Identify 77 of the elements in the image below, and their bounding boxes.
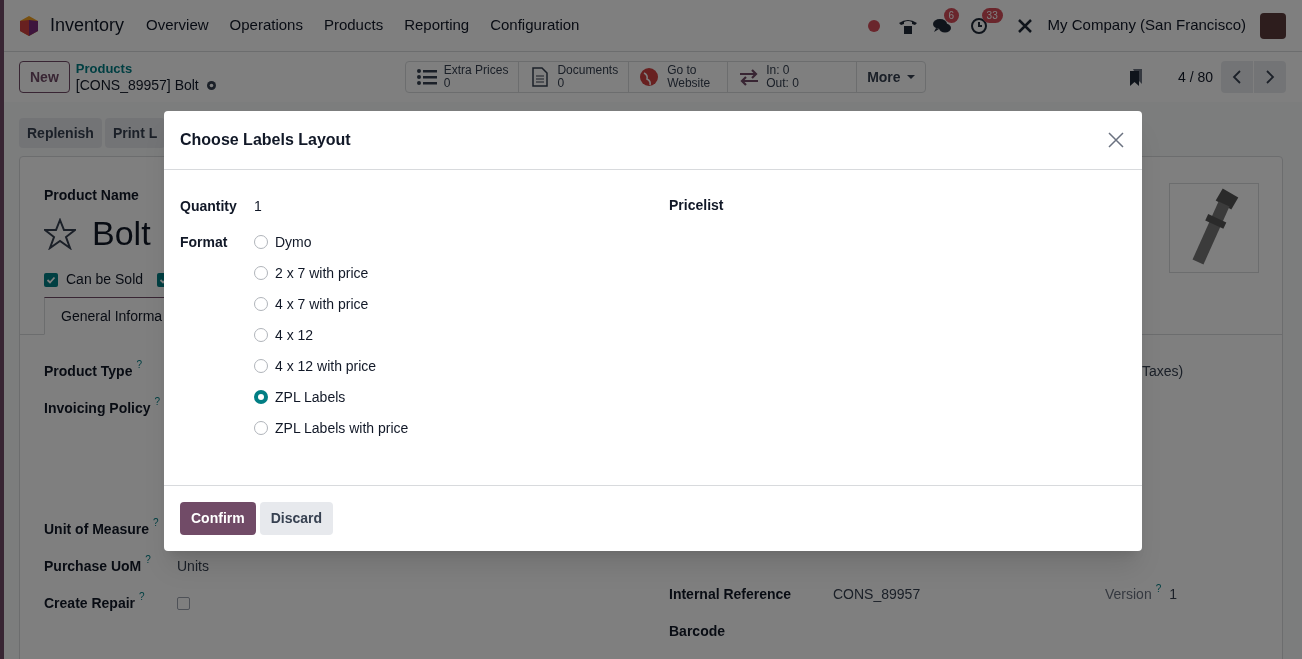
field-label: Product Type — [44, 362, 133, 381]
breadcrumb-link[interactable]: Products — [75, 61, 218, 77]
help-mark[interactable]: ? — [145, 554, 151, 566]
action-button[interactable]: Replenish — [19, 118, 102, 148]
field-label: Create Repair — [44, 594, 136, 613]
field-label: Quantity — [180, 196, 238, 216]
radio-button[interactable] — [254, 235, 268, 249]
field-value: 1 — [1169, 585, 1178, 604]
chevron-right-icon — [1265, 69, 1275, 85]
radio-option[interactable]: Dymo — [254, 231, 409, 253]
menu-item[interactable]: Products — [323, 14, 384, 37]
help-mark[interactable]: ? — [136, 359, 142, 371]
field-label: Version — [1105, 585, 1152, 604]
field-value: CONS_89957 — [833, 585, 922, 604]
action-button[interactable]: Print L — [104, 118, 166, 148]
bookmark-icon — [1128, 68, 1143, 86]
count-badge: 33 — [981, 7, 1003, 23]
smart-button[interactable]: Go to Website — [629, 62, 729, 92]
pager-right-button[interactable] — [1254, 61, 1286, 93]
field-value: Taxes) — [1142, 362, 1184, 381]
menu-item[interactable]: Configuration — [490, 14, 580, 37]
field-label: Invoicing Policy — [44, 399, 151, 418]
product-name: Bolt — [92, 213, 151, 254]
radio-option[interactable]: ZPL Labels — [254, 386, 409, 408]
app-name[interactable]: Inventory — [50, 12, 125, 39]
field-label: Pricelist — [669, 196, 724, 215]
field-label: Purchase UoM — [44, 557, 142, 576]
new-button[interactable]: New — [19, 61, 70, 93]
smart-button[interactable]: Documents 0 — [519, 62, 630, 92]
pager-value: 4 / 80 — [1177, 67, 1213, 87]
radio-option[interactable]: 2 x 7 with price — [254, 262, 409, 284]
help-mark[interactable]: ? — [139, 591, 145, 603]
help-mark[interactable]: ? — [1155, 583, 1162, 595]
discard-button[interactable]: Discard — [259, 502, 334, 535]
radio-button[interactable] — [254, 266, 268, 280]
radio-option[interactable]: 4 x 12 with price — [254, 355, 409, 377]
field-label: Internal Reference — [669, 585, 793, 604]
radio-option[interactable]: 4 x 7 with price — [254, 293, 409, 315]
count-badge: 6 — [943, 7, 960, 23]
radio-option[interactable]: 4 x 12 — [254, 324, 409, 346]
help-mark[interactable]: ? — [153, 517, 159, 529]
radio-button[interactable] — [254, 297, 268, 311]
field-label: Barcode — [669, 622, 727, 641]
field-label: Format — [180, 233, 229, 252]
confirm-button[interactable]: Confirm — [180, 502, 256, 535]
smart-button[interactable]: In: 0 Out: 0 — [728, 62, 858, 92]
close-button[interactable] — [1106, 130, 1126, 150]
menu-item[interactable]: Reporting — [404, 14, 470, 37]
settings-icon — [204, 78, 218, 92]
field-value: Units — [177, 557, 209, 576]
field-value: 1 — [254, 196, 262, 216]
checkbox[interactable] — [177, 597, 190, 610]
company-name[interactable]: My Company (San Francisco) — [1047, 14, 1246, 37]
radio-option[interactable]: ZPL Labels with price — [254, 417, 409, 439]
help-mark[interactable]: ? — [154, 396, 161, 408]
radio-button[interactable] — [254, 421, 268, 435]
menu-item[interactable]: Operations — [229, 14, 303, 37]
star-icon[interactable] — [44, 217, 76, 250]
list-icon — [415, 67, 438, 87]
app-logo-icon — [18, 14, 40, 37]
chevron-left-icon — [1232, 69, 1242, 85]
field-label: Unit of Measure — [44, 520, 149, 539]
dialog-title: Choose Labels Layout — [180, 130, 351, 150]
radio-button[interactable] — [254, 359, 268, 373]
smart-button[interactable]: More — [857, 62, 925, 92]
smart-button[interactable]: Extra Prices 0 — [405, 62, 520, 92]
pager-left-button[interactable] — [1221, 61, 1253, 93]
record-title: [CONS_89957] Bolt — [75, 77, 199, 93]
menu-item[interactable]: Overview — [146, 14, 209, 37]
radio-button[interactable] — [254, 328, 268, 342]
checkbox-label: Can be Sold — [66, 270, 144, 289]
transfer-arrows-icon — [738, 67, 761, 87]
avatar[interactable] — [1260, 12, 1286, 39]
field-label: Product Name — [44, 186, 139, 205]
check-icon — [46, 274, 56, 285]
radio-button[interactable] — [254, 390, 268, 404]
checkbox[interactable] — [44, 272, 58, 287]
